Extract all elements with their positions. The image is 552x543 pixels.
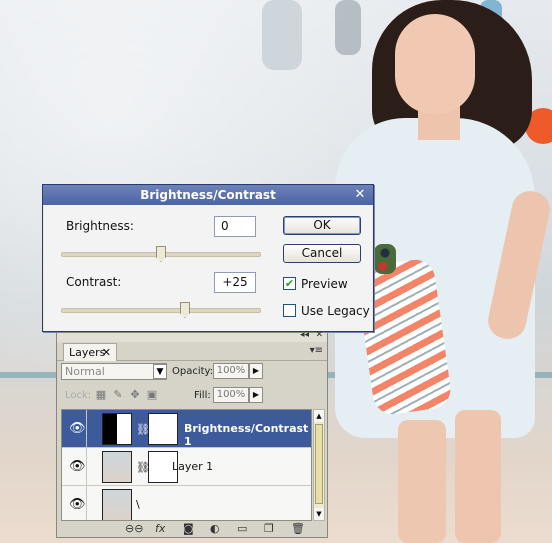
visibility-toggle[interactable]: 👁 — [65, 486, 87, 520]
use-legacy-checkbox[interactable] — [283, 304, 296, 317]
blend-row: Normal ▼ Opacity: 100% ▶ — [61, 363, 325, 381]
blend-mode-value: Normal — [65, 365, 105, 378]
photo-face — [395, 14, 475, 114]
mask-icon[interactable]: ◙ — [183, 522, 194, 535]
photo-leg — [455, 410, 501, 543]
contrast-slider-thumb[interactable] — [180, 302, 190, 318]
preview-checkbox[interactable]: ✔ — [283, 277, 296, 290]
lock-move-icon[interactable]: ✥ — [129, 389, 141, 401]
layer-name: \ — [136, 498, 140, 511]
lock-brush-icon[interactable]: ✎ — [112, 389, 124, 401]
eye-icon: 👁 — [69, 497, 86, 512]
layer-name: Brightness/Contrast 1 — [184, 422, 309, 448]
tab-close-icon[interactable]: ✕ — [102, 344, 111, 361]
trash-icon[interactable]: 🗑 — [291, 522, 305, 535]
ok-button[interactable]: OK — [283, 216, 361, 235]
opacity-arrow-icon[interactable]: ▶ — [249, 363, 263, 379]
panel-top-strip: ◂◂ ✕ — [57, 330, 327, 342]
scroll-down-icon[interactable]: ▼ — [314, 508, 324, 520]
folder-icon[interactable]: ▭ — [237, 522, 247, 535]
dialog-title: Brightness/Contrast — [140, 188, 276, 202]
dialog-body: Brightness: 0 Contrast: +25 OK Cancel ✔ … — [44, 205, 372, 331]
photo-leg — [398, 420, 446, 543]
fill-input[interactable]: 100% — [213, 387, 249, 403]
adjustment-icon[interactable]: ◐ — [210, 522, 220, 535]
eye-icon: 👁 — [69, 459, 86, 474]
fx-icon[interactable]: fx — [155, 522, 165, 535]
layer-thumbnail — [102, 489, 132, 520]
layer-name: Layer 1 — [172, 460, 214, 473]
photo-blurred-figure — [335, 0, 361, 55]
chevron-down-icon[interactable]: ▼ — [153, 364, 167, 379]
use-legacy-label: Use Legacy — [301, 304, 370, 318]
panel-tab-bar: Layers ✕ ▾≡ — [57, 342, 327, 361]
collapse-icon[interactable]: ◂◂ — [300, 330, 309, 340]
layers-scrollbar[interactable]: ▲ ▼ — [313, 409, 325, 521]
adjustment-thumbnail — [102, 413, 132, 445]
layers-panel: ◂◂ ✕ Layers ✕ ▾≡ Normal ▼ Opacity: 100% … — [56, 330, 328, 538]
panel-bottom-bar: ⊖⊖ fx ◙ ◐ ▭ ❐ 🗑 — [57, 521, 327, 537]
layer-row[interactable]: 👁 \ — [62, 486, 311, 520]
panel-close-icon[interactable]: ✕ — [315, 330, 323, 340]
eye-icon: 👁 — [69, 421, 86, 436]
layer-row[interactable]: 👁 ⛓ Layer 1 — [62, 448, 311, 486]
layers-list: 👁 ⛓ Brightness/Contrast 1 👁 ⛓ Layer 1 👁 … — [61, 409, 312, 521]
opacity-label: Opacity: — [172, 366, 214, 377]
photo-bracelet — [374, 244, 396, 274]
lock-all-icon[interactable]: ▣ — [146, 389, 158, 401]
contrast-label: Contrast: — [66, 275, 122, 289]
close-icon[interactable]: ✕ — [353, 185, 367, 205]
dialog-title-bar[interactable]: Brightness/Contrast ✕ — [43, 185, 373, 205]
brightness-label: Brightness: — [66, 219, 134, 233]
visibility-toggle[interactable]: 👁 — [65, 448, 87, 486]
panel-menu-icon[interactable]: ▾≡ — [310, 345, 323, 356]
tab-layers[interactable]: Layers ✕ — [63, 343, 117, 361]
scroll-up-icon[interactable]: ▲ — [314, 410, 324, 422]
tab-layers-label: Layers — [69, 346, 106, 359]
layer-thumbnail — [102, 451, 132, 483]
scroll-thumb[interactable] — [315, 424, 323, 504]
mask-thumbnail — [148, 413, 178, 445]
fill-arrow-icon[interactable]: ▶ — [249, 387, 263, 403]
brightness-input[interactable]: 0 — [214, 216, 256, 237]
contrast-input[interactable]: +25 — [214, 272, 256, 293]
blend-mode-select[interactable]: Normal — [61, 363, 167, 380]
opacity-input[interactable]: 100% — [213, 363, 249, 379]
fill-label: Fill: — [194, 390, 211, 401]
brightness-slider-thumb[interactable] — [156, 246, 166, 262]
brightness-contrast-dialog: Brightness/Contrast ✕ Brightness: 0 Cont… — [42, 184, 374, 332]
cancel-button[interactable]: Cancel — [283, 244, 361, 263]
lock-transparency-icon[interactable]: ▦ — [95, 389, 107, 401]
layer-row[interactable]: 👁 ⛓ Brightness/Contrast 1 — [62, 410, 311, 448]
lock-label: Lock: — [65, 390, 92, 401]
link-icon[interactable]: ⊖⊖ — [125, 522, 143, 535]
lock-row: Lock: ▦ ✎ ✥ ▣ Fill: 100% ▶ — [61, 387, 325, 405]
visibility-toggle[interactable]: 👁 — [65, 410, 87, 448]
contrast-slider-track[interactable] — [61, 308, 261, 313]
photo-blurred-figure — [262, 0, 302, 70]
preview-label: Preview — [301, 277, 348, 291]
new-layer-icon[interactable]: ❐ — [264, 522, 274, 535]
